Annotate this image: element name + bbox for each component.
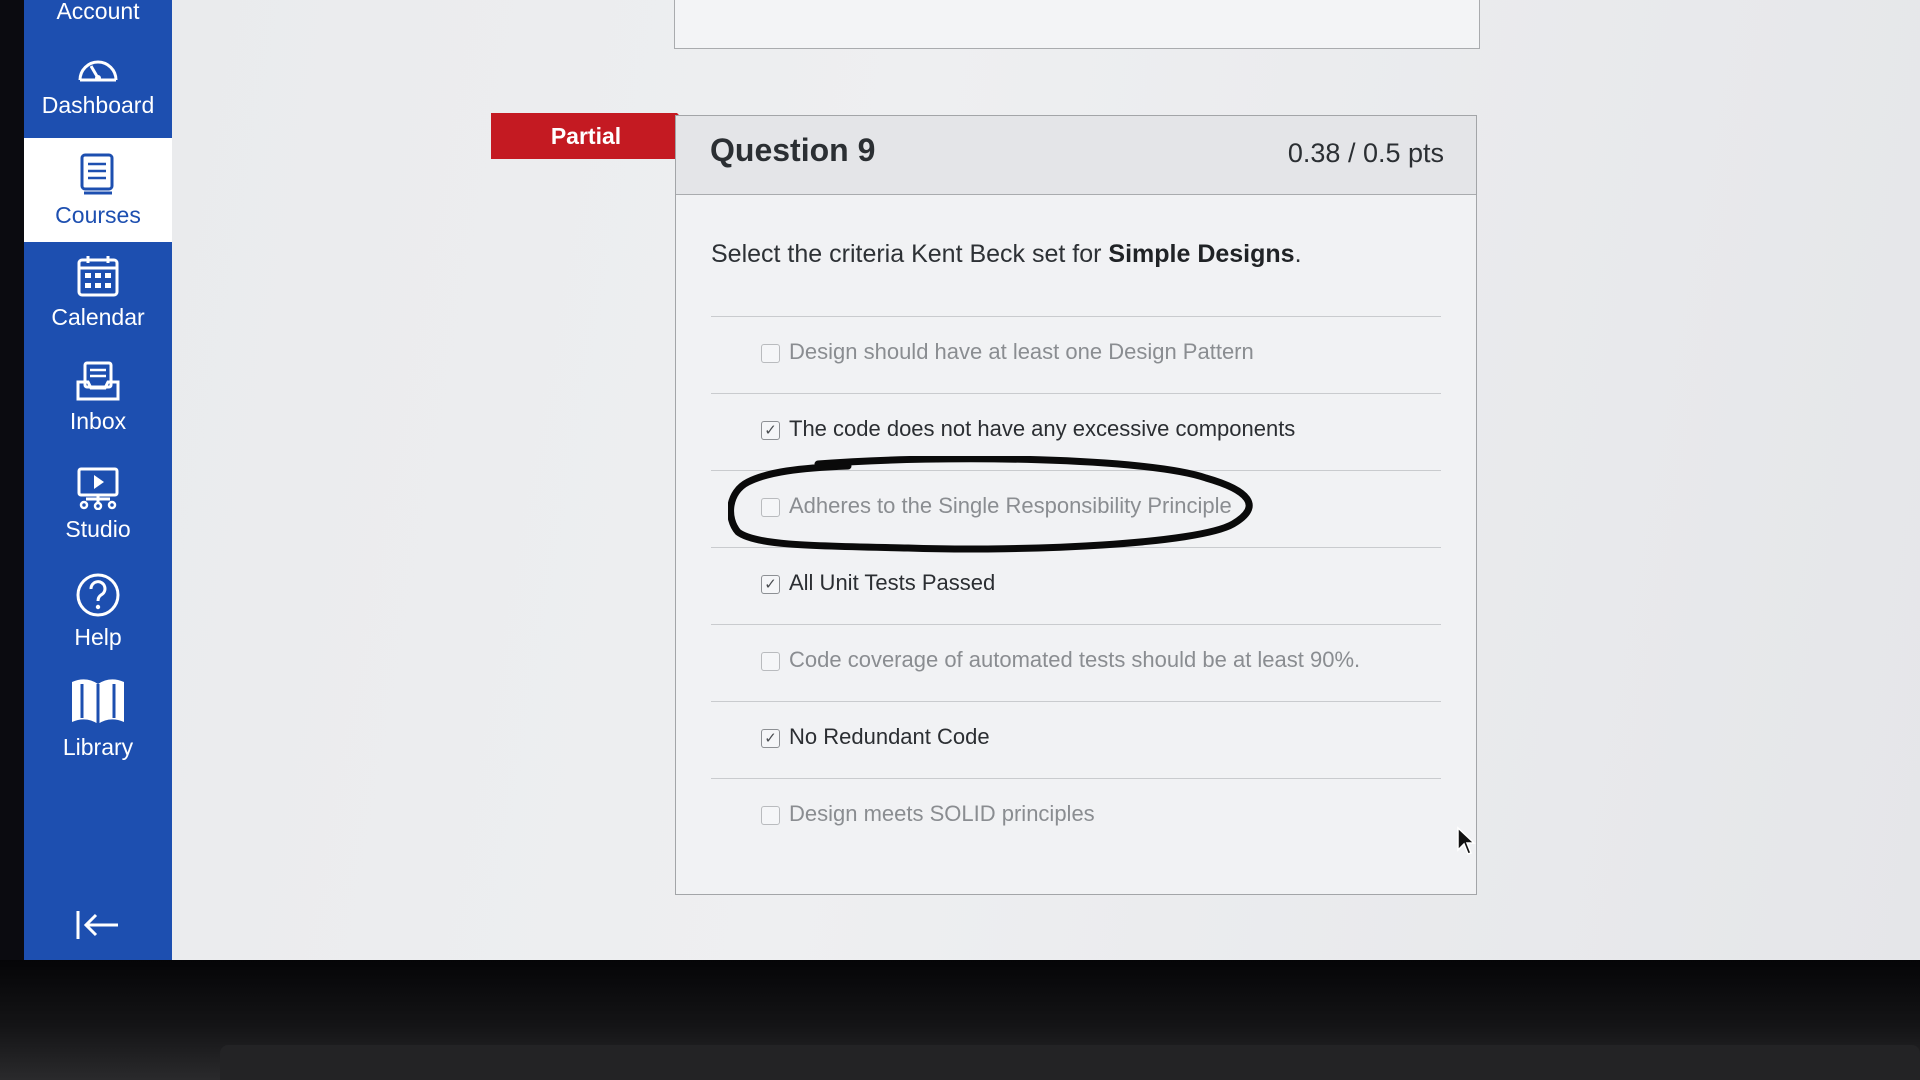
courses-icon: [80, 153, 114, 195]
question-prompt: Select the criteria Kent Beck set for Si…: [711, 240, 1302, 269]
answer-checkbox[interactable]: ✓: [761, 729, 780, 748]
nav-item-dashboard[interactable]: Dashboard: [24, 50, 172, 135]
answer-text: All Unit Tests Passed: [789, 570, 996, 595]
answer-text: Code coverage of automated tests should …: [789, 647, 1361, 672]
answer-checkbox[interactable]: [761, 806, 780, 825]
inbox-icon: [76, 361, 120, 401]
answer-text: The code does not have any excessive com…: [789, 416, 1296, 441]
nav-label-courses: Courses: [55, 202, 141, 228]
question-title: Question 9: [710, 132, 876, 168]
nav-label-help: Help: [74, 624, 122, 650]
mouse-cursor-icon: [1457, 826, 1476, 855]
screen-edge: [0, 0, 24, 960]
collapse-nav-icon[interactable]: [74, 905, 122, 945]
nav-label-calendar: Calendar: [51, 304, 145, 330]
answer-checkbox[interactable]: ✓: [761, 421, 780, 440]
hand-drawn-circle-annotation: [728, 456, 1253, 553]
answer-option[interactable]: Design should have at least one Design P…: [711, 316, 1441, 393]
nav-label-account: Account: [56, 0, 140, 24]
dashboard-icon: [78, 60, 118, 82]
question-prompt-prefix: Select the criteria Kent Beck set for: [711, 240, 1109, 268]
nav-item-account[interactable]: Account: [24, 0, 172, 28]
nav-label-studio: Studio: [65, 516, 131, 542]
nav-label-library: Library: [62, 734, 134, 760]
answer-list: Design should have at least one Design P…: [711, 316, 1441, 855]
question-prompt-emphasis: Simple Designs: [1108, 240, 1295, 268]
nav-item-studio[interactable]: Studio: [24, 466, 172, 556]
global-navigation: Account Dashboard Courses Calendar Inbox…: [24, 0, 172, 960]
answer-text: Design should have at least one Design P…: [789, 339, 1254, 364]
nav-label-inbox: Inbox: [69, 408, 127, 434]
partial-badge: Partial: [491, 113, 699, 159]
answer-checkbox[interactable]: ✓: [761, 575, 780, 594]
answer-text: No Redundant Code: [789, 724, 990, 749]
help-icon: [76, 573, 120, 617]
answer-option[interactable]: Design meets SOLID principles: [711, 778, 1441, 855]
calendar-icon: [77, 256, 119, 297]
laptop-hinge: [220, 1045, 1920, 1080]
badge-label: Partial: [550, 123, 622, 149]
nav-item-calendar[interactable]: Calendar: [24, 254, 172, 344]
answer-text: Design meets SOLID principles: [789, 801, 1095, 826]
question-header: Question 9 0.38 / 0.5 pts: [676, 116, 1476, 195]
answer-option[interactable]: Code coverage of automated tests should …: [711, 624, 1441, 701]
question-prompt-suffix: .: [1294, 240, 1302, 268]
answer-checkbox[interactable]: [761, 652, 780, 671]
library-icon: [72, 679, 124, 724]
studio-icon: [77, 467, 119, 510]
nav-item-courses[interactable]: Courses: [24, 138, 172, 242]
nav-item-inbox[interactable]: Inbox: [24, 360, 172, 450]
answer-option[interactable]: ✓ All Unit Tests Passed: [711, 547, 1441, 624]
nav-item-library[interactable]: Library: [24, 676, 172, 776]
screen: Account Dashboard Courses Calendar Inbox…: [0, 0, 1920, 960]
question-points: 0.38 / 0.5 pts: [1287, 138, 1444, 168]
nav-item-help[interactable]: Help: [24, 572, 172, 662]
answer-checkbox[interactable]: [761, 344, 780, 363]
answer-option[interactable]: ✓ No Redundant Code: [711, 701, 1441, 778]
previous-question-card: [674, 0, 1480, 49]
nav-label-dashboard: Dashboard: [41, 92, 155, 118]
